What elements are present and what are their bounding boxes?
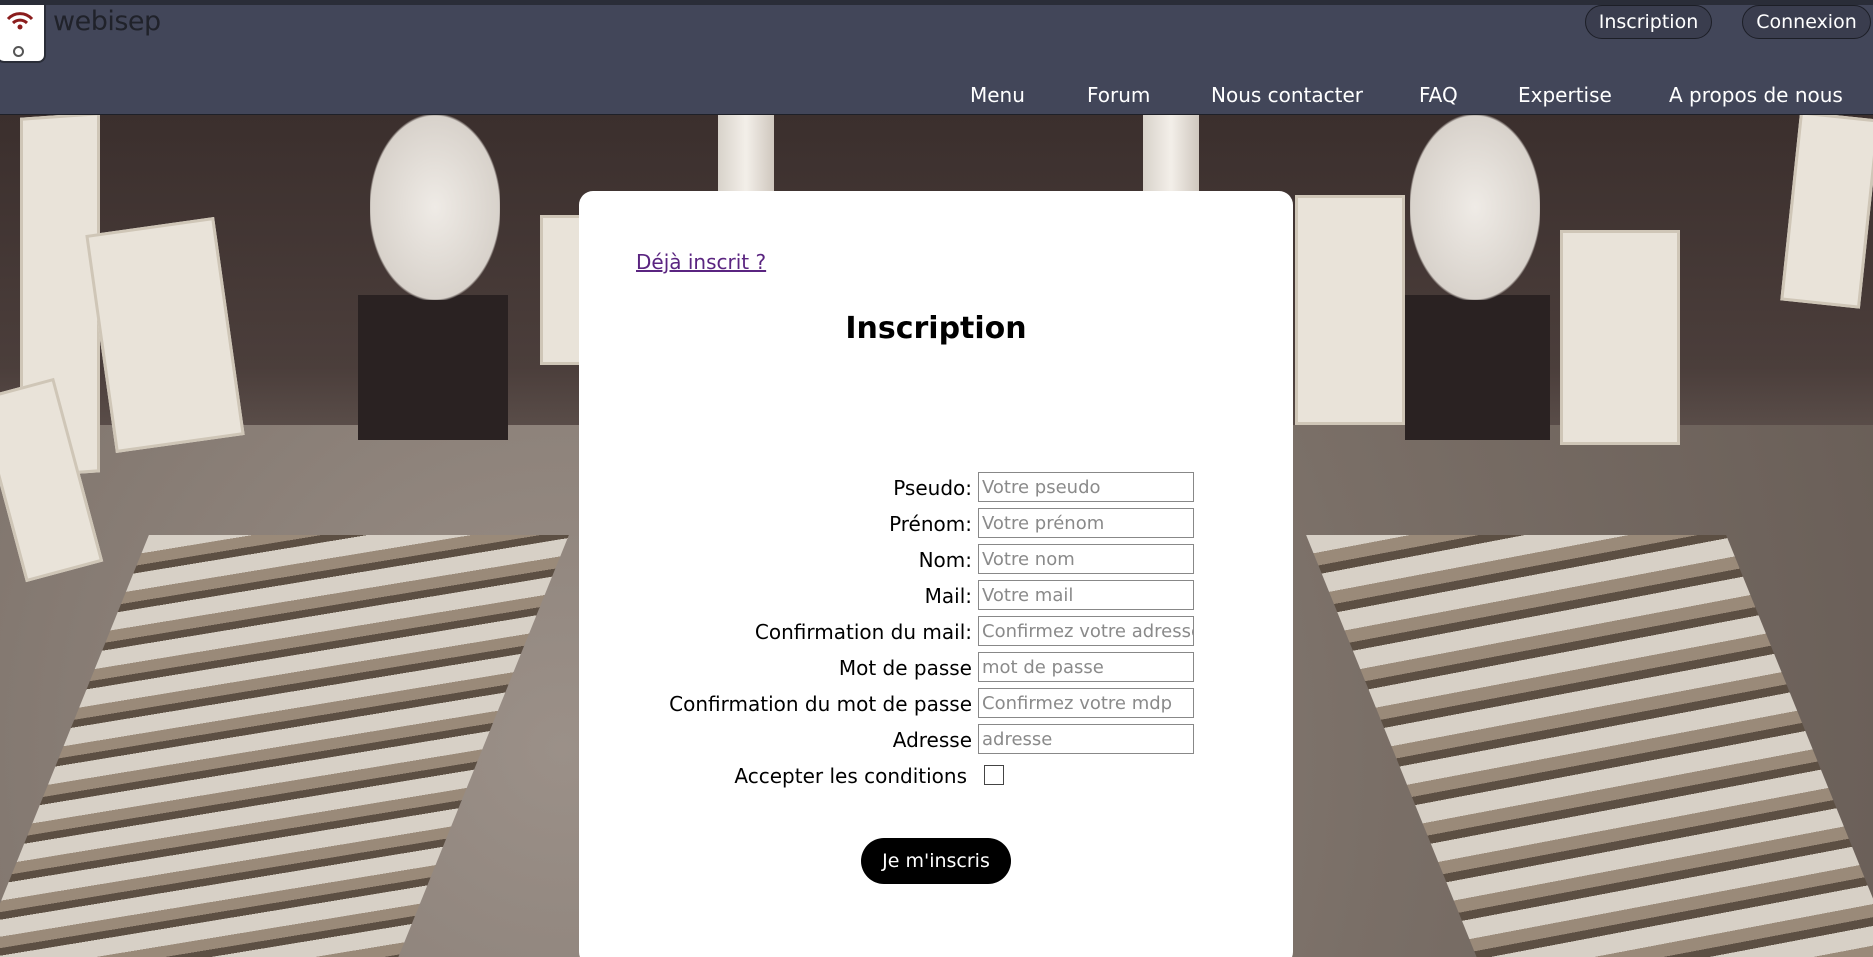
mail-input[interactable] (978, 580, 1194, 610)
statue (370, 115, 500, 300)
submit-button[interactable]: Je m'inscris (861, 838, 1011, 884)
field-row-mail-confirm: Confirmation du mail: (579, 616, 1293, 646)
canvas (1295, 195, 1405, 425)
nav-item-forum[interactable]: Forum (1087, 83, 1150, 107)
logo[interactable] (0, 5, 46, 63)
field-row-pseudo: Pseudo: (579, 472, 1293, 502)
nav-item-expertise[interactable]: Expertise (1518, 83, 1612, 107)
nav-item-about[interactable]: A propos de nous (1669, 83, 1843, 107)
field-row-mail: Mail: (579, 580, 1293, 610)
pillar (718, 115, 774, 195)
nav-item-contact[interactable]: Nous contacter (1211, 83, 1363, 107)
field-row-conditions: Accepter les conditions (579, 760, 1293, 790)
inscription-button[interactable]: Inscription (1585, 5, 1712, 39)
password-confirm-input[interactable] (978, 688, 1194, 718)
password-confirm-label: Confirmation du mot de passe (669, 692, 972, 716)
prenom-label: Prénom: (889, 512, 972, 536)
field-row-nom: Nom: (579, 544, 1293, 574)
conditions-checkbox[interactable] (984, 765, 1004, 785)
pseudo-label: Pseudo: (893, 476, 972, 500)
mail-confirm-label: Confirmation du mail: (754, 620, 972, 644)
password-label: Mot de passe (838, 656, 972, 680)
canvas (1780, 115, 1873, 309)
field-row-password-confirm: Confirmation du mot de passe (579, 688, 1293, 718)
pillar (1143, 115, 1199, 195)
main-nav: Menu Forum Nous contacter FAQ Expertise … (0, 83, 1873, 113)
wifi-icon (6, 12, 34, 30)
already-registered-link[interactable]: Déjà inscrit ? (636, 250, 766, 274)
connexion-button[interactable]: Connexion (1742, 5, 1871, 39)
field-row-prenom: Prénom: (579, 508, 1293, 538)
brand-name: webisep (53, 6, 161, 37)
statue (1410, 115, 1540, 300)
nom-label: Nom: (918, 548, 972, 572)
pedestal (1405, 295, 1550, 440)
conditions-label: Accepter les conditions (734, 764, 967, 788)
address-label: Adresse (892, 728, 972, 752)
password-input[interactable] (978, 652, 1194, 682)
field-row-password: Mot de passe (579, 652, 1293, 682)
address-input[interactable] (978, 724, 1194, 754)
pedestal (358, 295, 508, 440)
nav-item-menu[interactable]: Menu (970, 83, 1025, 107)
mail-confirm-input[interactable] (978, 616, 1194, 646)
canvas (85, 217, 245, 453)
nav-item-faq[interactable]: FAQ (1419, 83, 1458, 107)
site-header: webisep Inscription Connexion Menu Forum… (0, 0, 1873, 115)
field-row-address: Adresse (579, 724, 1293, 754)
pseudo-input[interactable] (978, 472, 1194, 502)
mail-label: Mail: (924, 584, 972, 608)
nom-input[interactable] (978, 544, 1194, 574)
canvas (1560, 230, 1680, 445)
form-title: Inscription (845, 311, 1027, 346)
signup-card: Déjà inscrit ? Inscription Pseudo: Préno… (579, 191, 1293, 957)
prenom-input[interactable] (978, 508, 1194, 538)
logo-dot (13, 46, 24, 57)
